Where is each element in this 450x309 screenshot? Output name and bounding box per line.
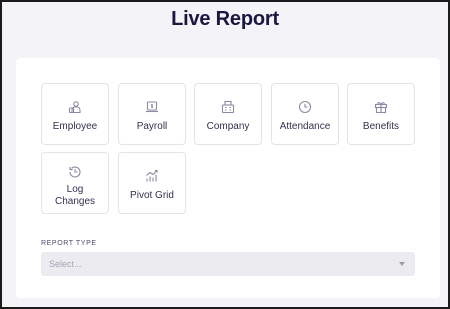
tile-label: Benefits — [362, 121, 400, 132]
page-title: Live Report — [171, 8, 279, 30]
tile-employee[interactable]: Employee — [41, 83, 109, 145]
tile-label: Log Changes — [55, 184, 96, 207]
clock-icon — [298, 100, 312, 114]
company-icon — [221, 100, 235, 114]
tile-log-changes[interactable]: Log Changes — [41, 152, 109, 214]
payroll-icon — [145, 100, 159, 114]
tile-label: Pivot Grid — [130, 190, 174, 201]
tile-attendance[interactable]: Attendance — [271, 83, 339, 145]
tile-label: Payroll — [136, 121, 168, 132]
chevron-down-icon — [399, 262, 405, 266]
tile-label: Attendance — [279, 121, 331, 132]
chart-icon — [145, 169, 159, 183]
employee-icon — [68, 100, 82, 114]
tile-company[interactable]: Company — [194, 83, 262, 145]
report-type-placeholder: Select... — [49, 259, 82, 269]
gift-icon — [374, 100, 388, 114]
tile-payroll[interactable]: Payroll — [118, 83, 186, 145]
report-type-label: REPORT TYPE — [41, 240, 97, 247]
tile-label: Employee — [52, 121, 98, 132]
history-icon — [68, 165, 82, 179]
tile-benefits[interactable]: Benefits — [347, 83, 415, 145]
report-type-select[interactable]: Select... — [41, 252, 415, 276]
tile-label: Company — [206, 121, 250, 132]
tile-pivot-grid[interactable]: Pivot Grid — [118, 152, 186, 214]
